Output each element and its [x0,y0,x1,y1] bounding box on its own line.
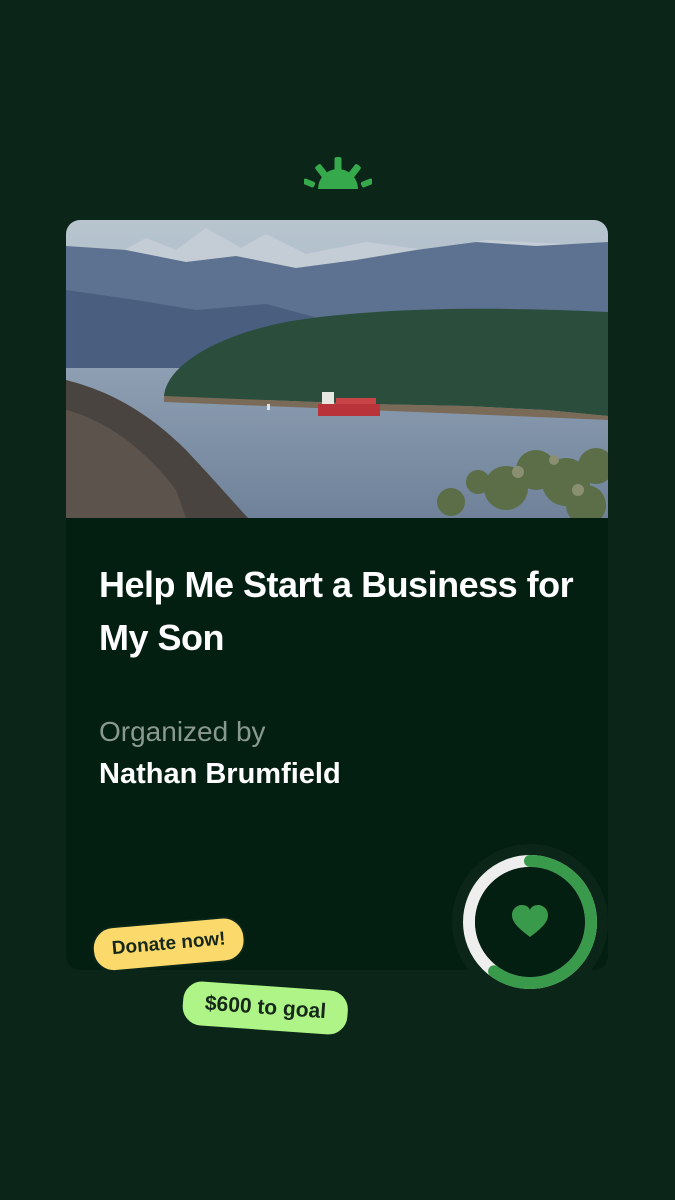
gofundme-logo-icon [304,157,372,189]
goal-remaining-badge: $600 to goal [178,977,353,1039]
progress-ring [448,840,612,1004]
fundraiser-title[interactable]: Help Me Start a Business for My Son [99,558,579,664]
fundraiser-photo [66,220,608,518]
organizer-name[interactable]: Nathan Brumfield [99,756,341,792]
organized-by-label: Organized by [99,716,266,747]
